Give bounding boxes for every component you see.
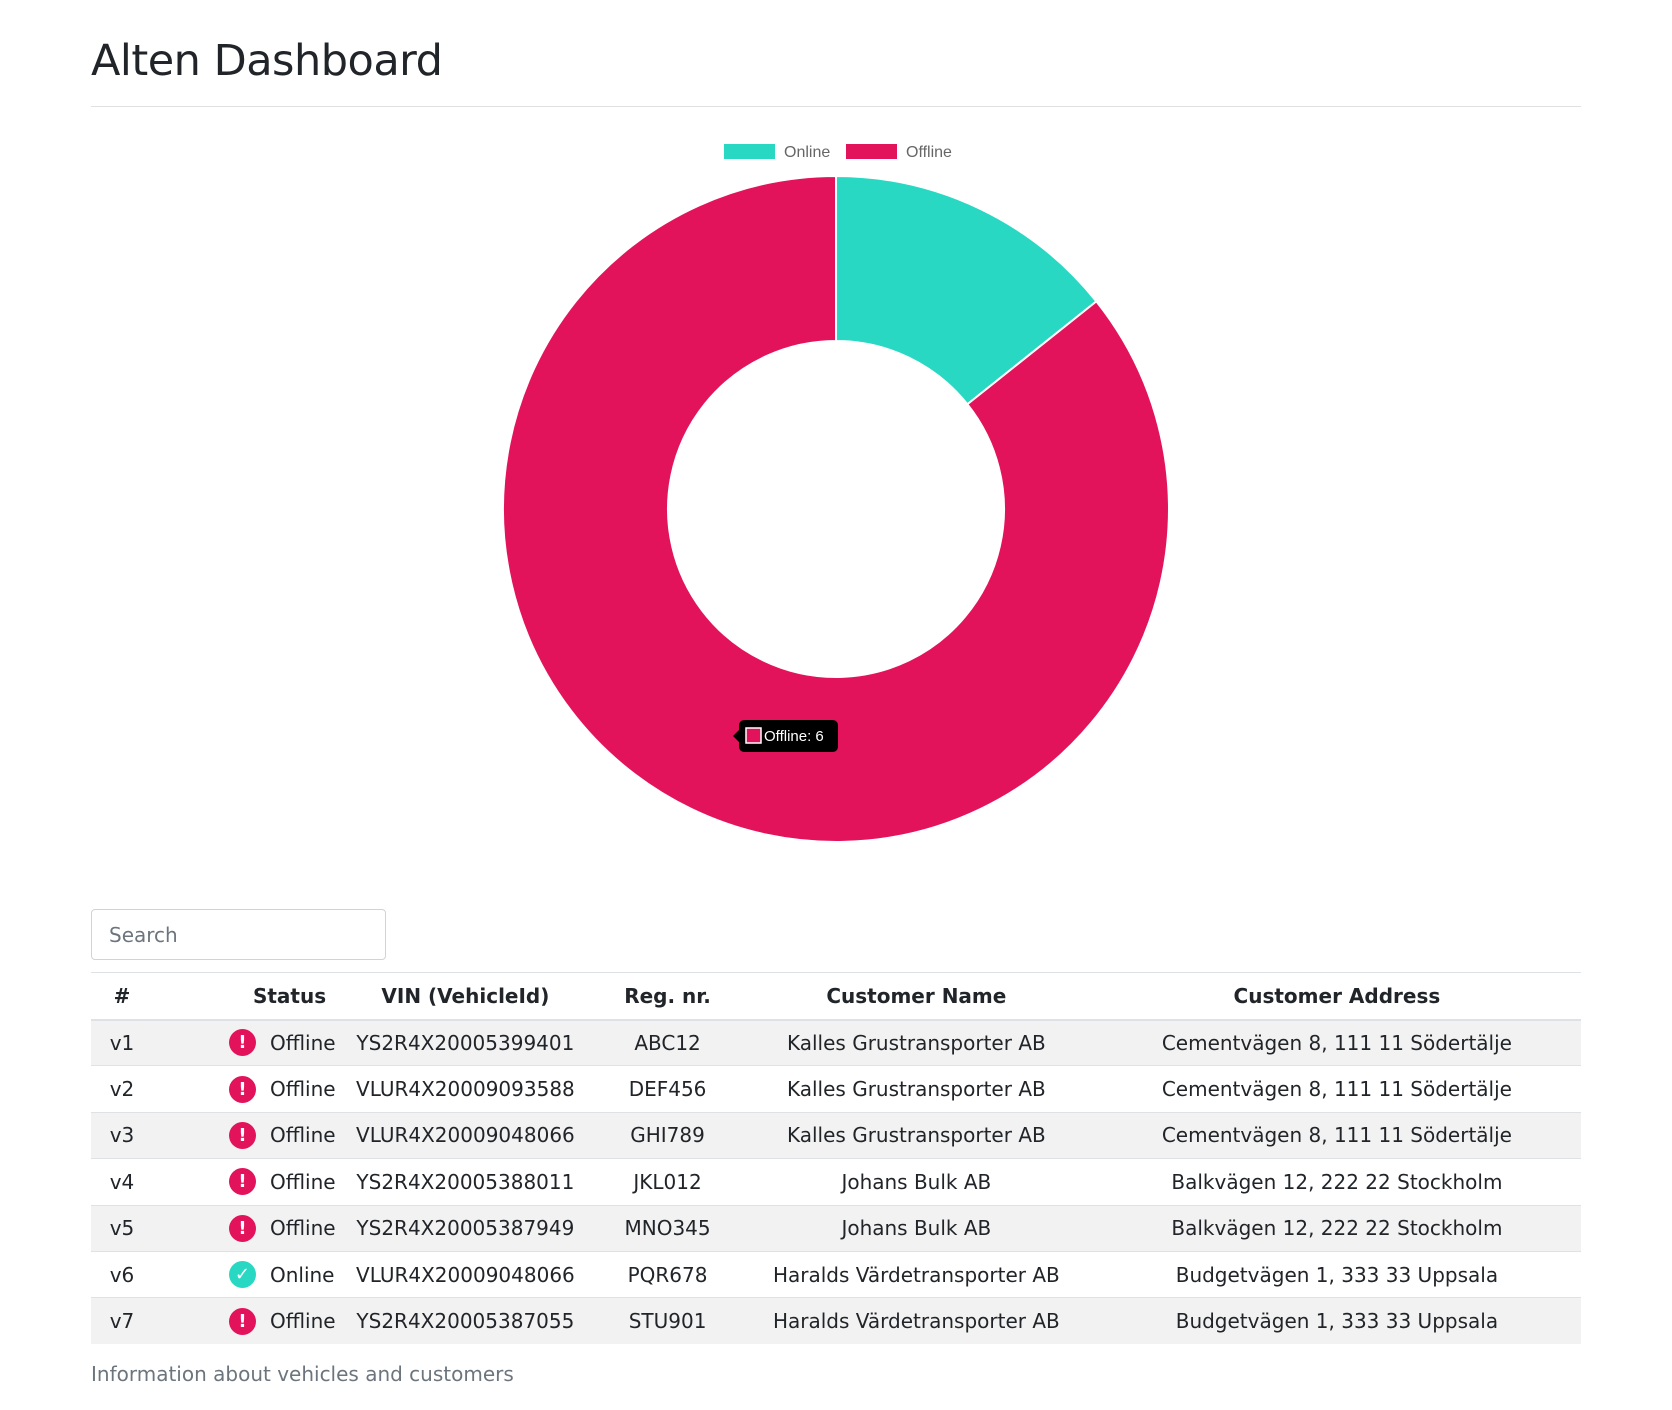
exclamation-circle-icon: ! [228, 1214, 256, 1242]
table-row[interactable]: v2! Offline VLUR4X20009093588 DEF456 Kalles … [91, 1065, 1581, 1112]
vehicle-id-cell: v2 [109, 1077, 135, 1102]
reg-nr-cell: GHI789 [630, 1123, 705, 1148]
vehicle-id-cell: v7 [109, 1309, 135, 1334]
exclamation-circle-icon: ! [228, 1307, 256, 1335]
table-header-row: # Status VIN (VehicleId) Reg. nr. Customer N… [91, 972, 1581, 1021]
table-caption: Information about vehicles and customers [91, 1362, 514, 1386]
table-body: v1! Offline YS2R4X20005399401 ABC12 Kalles G… [91, 1019, 1581, 1345]
vehicle-id-cell: v3 [109, 1123, 135, 1148]
status-cell: ! Offline [153, 1112, 336, 1158]
vin-cell: VLUR4X20009093588 [356, 1077, 575, 1102]
customer-address-cell: Budgetvägen 1, 333 33 Uppsala [1175, 1309, 1499, 1334]
status-cell: ! Offline [153, 1020, 336, 1066]
customer-address-cell: Cementvägen 8, 111 11 Södertälje [1161, 1077, 1512, 1102]
status-cell: ! Offline [153, 1066, 336, 1112]
column-header: Customer Name [739, 972, 1093, 1021]
vin-cell: YS2R4X20005387949 [356, 1216, 575, 1241]
reg-nr-cell: ABC12 [634, 1030, 701, 1055]
vin-cell: YS2R4X20005399401 [356, 1030, 575, 1055]
tooltip-swatch [745, 727, 762, 744]
customer-address-cell: Balkvägen 12, 222 22 Stockholm [1171, 1216, 1503, 1241]
status-cell: ! Offline [153, 1205, 336, 1251]
status-label: Offline [269, 1309, 336, 1334]
exclamation-circle-icon: ! [228, 1121, 256, 1149]
customer-address-cell: Cementvägen 8, 111 11 Södertälje [1161, 1030, 1512, 1055]
status-label: Offline [269, 1123, 336, 1148]
legend-swatch-online[interactable] [724, 144, 775, 159]
status-donut-chart: Online Offline Offline: 6 [502, 144, 1170, 843]
customer-address-cell: Cementvägen 8, 111 11 Södertälje [1161, 1123, 1512, 1148]
reg-nr-cell: JKL012 [633, 1169, 702, 1194]
customer-name-cell: Johans Bulk AB [841, 1216, 992, 1241]
customer-name-cell: Kalles Grustransporter AB [786, 1077, 1046, 1102]
status-label: Offline [269, 1169, 336, 1194]
table-row[interactable]: v1! Offline YS2R4X20005399401 ABC12 Kalles G… [91, 1019, 1581, 1066]
table-row[interactable]: v3! Offline VLUR4X20009048066 GHI789 Kalles … [91, 1112, 1581, 1159]
customer-name-cell: Kalles Grustransporter AB [786, 1123, 1046, 1148]
exclamation-circle-icon: ! [228, 1029, 256, 1057]
status-cell: ! Offline [153, 1298, 336, 1344]
customer-address-cell: Balkvägen 12, 222 22 Stockholm [1171, 1169, 1503, 1194]
status-cell: ✓ Online [153, 1251, 336, 1297]
customer-name-cell: Haralds Värdetransporter AB [772, 1262, 1060, 1287]
check-circle-icon: ✓ [228, 1261, 256, 1289]
customer-name-cell: Johans Bulk AB [841, 1169, 992, 1194]
reg-nr-cell: DEF456 [628, 1077, 707, 1102]
column-header: # [91, 972, 153, 1021]
legend-swatch-offline[interactable] [846, 144, 897, 159]
column-header: Status [152, 972, 336, 1021]
table-row[interactable]: v7! Offline YS2R4X20005387055 STU901 Haralds… [91, 1297, 1581, 1345]
column-header: Reg. nr. [595, 972, 740, 1021]
table-row[interactable]: v5! Offline YS2R4X20005387949 MNO345 Johans … [91, 1205, 1581, 1252]
column-header: VIN (VehicleId) [335, 972, 596, 1021]
table-row[interactable]: v6 ✓ Online VLUR4X20009048066 PQR678 Haralds … [91, 1251, 1581, 1297]
reg-nr-cell: MNO345 [624, 1216, 711, 1241]
customer-name-cell: Haralds Värdetransporter AB [772, 1309, 1060, 1334]
exclamation-circle-icon: ! [228, 1075, 256, 1103]
column-header: Customer Address [1092, 972, 1581, 1021]
reg-nr-cell: STU901 [628, 1309, 707, 1334]
vin-cell: VLUR4X20009048066 [356, 1123, 575, 1148]
table-row[interactable]: v4! Offline YS2R4X20005388011 JKL012 Johans … [91, 1158, 1581, 1205]
chart-legend: Online Offline [724, 144, 952, 161]
vin-cell: VLUR4X20009048066 [356, 1262, 575, 1287]
reg-nr-cell: PQR678 [627, 1262, 708, 1287]
vehicle-id-cell: v6 [109, 1262, 135, 1287]
customer-name-cell: Kalles Grustransporter AB [786, 1030, 1046, 1055]
chart-tooltip: Offline: 6 [733, 720, 838, 752]
vin-cell: YS2R4X20005388011 [356, 1169, 575, 1194]
status-label: Offline [269, 1030, 336, 1055]
status-label: Offline [269, 1216, 336, 1241]
customer-address-cell: Budgetvägen 1, 333 33 Uppsala [1175, 1262, 1499, 1287]
search-input[interactable] [91, 909, 386, 960]
vehicle-table: # Status VIN (VehicleId) Reg. nr. Customer N… [91, 972, 1581, 1345]
vin-cell: YS2R4X20005387055 [356, 1309, 575, 1334]
status-cell: ! Offline [153, 1159, 336, 1205]
vehicle-id-cell: v5 [109, 1216, 135, 1241]
tooltip-label: Offline: 6 [764, 728, 824, 745]
status-label: Offline [269, 1077, 336, 1102]
vehicle-id-cell: v1 [109, 1030, 135, 1055]
legend-label-online[interactable]: Online [784, 144, 830, 161]
vehicle-id-cell: v4 [109, 1169, 135, 1194]
status-label: Online [269, 1262, 335, 1287]
exclamation-circle-icon: ! [228, 1168, 256, 1196]
legend-label-offline[interactable]: Offline [906, 144, 952, 161]
